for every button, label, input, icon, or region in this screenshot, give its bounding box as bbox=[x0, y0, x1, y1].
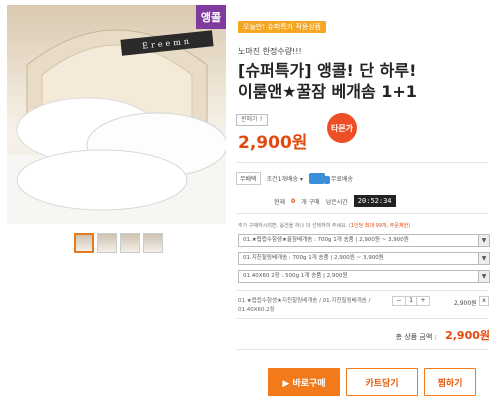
thumbnail-1[interactable] bbox=[74, 233, 94, 253]
divider bbox=[236, 213, 488, 214]
chevron-down-icon[interactable]: ▼ bbox=[478, 235, 489, 246]
divider bbox=[236, 162, 488, 163]
chevron-down-icon[interactable]: ▼ bbox=[478, 253, 489, 264]
encore-ribbon: 앵콜 bbox=[196, 5, 226, 29]
divider bbox=[236, 290, 488, 291]
total-label: 총 상품 금액 : bbox=[395, 333, 437, 341]
option-select-3[interactable]: 01.40X60 2장 : 500g 1개 송품 | 2,900원 ▼ bbox=[238, 270, 490, 283]
divider bbox=[236, 349, 488, 350]
notice-highlight: (1인당 최대 99개, 주문제한) bbox=[348, 223, 411, 229]
product-subtitle: 노마진 한정수량!!! bbox=[238, 47, 302, 56]
chevron-down-icon[interactable]: ▼ bbox=[478, 271, 489, 282]
action-buttons: ▶ 바로구매 카트담기 찜하기 bbox=[268, 368, 476, 396]
wishlist-button[interactable]: 찜하기 bbox=[424, 368, 476, 396]
purchase-notice: 추가 구매하시려면, 옵션을 하나 더 선택하여 주세요. (1인당 최대 99… bbox=[238, 222, 410, 229]
truck-icon bbox=[308, 173, 330, 184]
title-line-2: 이룸앤★꿀잠 베개솜 1+1 bbox=[238, 82, 417, 101]
thumbnail-strip bbox=[74, 233, 163, 253]
option-select-2[interactable]: 01.지친힐링베개솜 : 700g 1개 송품 | 2,900원 ~ 3,900… bbox=[238, 252, 490, 265]
qty-input[interactable]: 1 bbox=[405, 297, 417, 305]
buy-now-button[interactable]: ▶ 바로구매 bbox=[268, 368, 340, 396]
purchase-count: 0 bbox=[291, 197, 296, 205]
price-label-chip: 판매가 ? bbox=[236, 114, 268, 126]
thumbnail-3[interactable] bbox=[120, 233, 140, 253]
add-to-cart-button[interactable]: 카트담기 bbox=[346, 368, 418, 396]
total-amount: 2,900원 bbox=[445, 329, 490, 342]
countdown-timer: 20:52:34 bbox=[353, 195, 396, 207]
total-row: 총 상품 금액 : 2,900원 bbox=[236, 327, 490, 343]
shipping-option-dropdown[interactable]: 조건1개배송 ▾ bbox=[267, 174, 303, 183]
quantity-stepper: − 1 + bbox=[392, 296, 430, 306]
sale-badge: 타몬가 bbox=[327, 113, 357, 143]
qty-increment-button[interactable]: + bbox=[417, 297, 429, 305]
today-only-badge: 오늘만! 슈퍼특가 적용상품 bbox=[238, 21, 327, 33]
thumbnail-2[interactable] bbox=[97, 233, 117, 253]
option-select-2-value: 01.지친힐링베개솜 : 700g 1개 송품 | 2,900원 ~ 3,900… bbox=[243, 255, 384, 261]
qty-decrement-button[interactable]: − bbox=[393, 297, 405, 305]
option-select-1[interactable]: 01.★럽럽수험생★꿀잠베개솜 : 700g 1개 송품 | 2,900원 ~ … bbox=[238, 234, 490, 247]
line-price: 2,900원 bbox=[454, 300, 477, 307]
notice-text: 추가 구매하시려면, 옵션을 하나 더 선택하여 주세요. bbox=[238, 223, 348, 229]
selected-option-text-1: 01.★럽럽수험생★지친힐링베개솜 / 01.지친힐링베개솜 / bbox=[238, 298, 371, 304]
option-select-1-value: 01.★럽럽수험생★꿀잠베개솜 : 700g 1개 송품 | 2,900원 ~ … bbox=[243, 237, 409, 243]
title-line-1: [슈퍼특가] 앵콜! 단 하루! bbox=[238, 61, 417, 80]
selected-option-line: 01.★럽럽수험생★지친힐링베개솜 / 01.지친힐링베개솜 / 01.40X6… bbox=[238, 297, 490, 315]
product-price: 2,900원 bbox=[238, 133, 308, 153]
selected-option-text-2: 01.40X60.2장 bbox=[238, 307, 275, 313]
product-main-image: 앵콜 Ereemn bbox=[7, 5, 226, 224]
shipping-label: 무료배송 bbox=[330, 176, 353, 183]
remove-line-button[interactable]: x bbox=[479, 296, 489, 306]
product-title: [슈퍼특가] 앵콜! 단 하루! 이룸앤★꿀잠 베개솜 1+1 bbox=[238, 60, 488, 102]
deal-timer-row: 현재 0 개 구매 남은시간 20:52:34 bbox=[274, 195, 396, 207]
purchase-unit: 개 구매 bbox=[301, 198, 320, 206]
option-select-3-value: 01.40X60 2장 : 500g 1개 송품 | 2,900원 bbox=[243, 273, 348, 279]
divider bbox=[236, 318, 488, 319]
timer-current-label: 현재 bbox=[274, 198, 286, 206]
remaining-label: 남은시간 bbox=[325, 198, 348, 206]
thumbnail-4[interactable] bbox=[143, 233, 163, 253]
shipping-row: 무배택 조건1개배송 ▾ 무료배송 bbox=[236, 172, 353, 185]
shipping-tag: 무배택 bbox=[236, 172, 261, 185]
